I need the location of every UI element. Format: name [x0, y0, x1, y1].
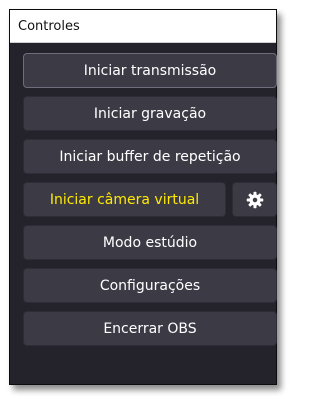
- dock-title: Controles: [10, 10, 276, 43]
- start-streaming-button[interactable]: Iniciar transmissão: [23, 53, 277, 88]
- exit-button[interactable]: Encerrar OBS: [23, 311, 277, 346]
- start-recording-button[interactable]: Iniciar gravação: [23, 96, 277, 131]
- virtual-camera-settings-button[interactable]: [232, 182, 277, 217]
- controls-dock: Controles Iniciar transmissão Iniciar gr…: [9, 9, 277, 385]
- settings-button[interactable]: Configurações: [23, 268, 277, 303]
- gear-icon: [246, 191, 264, 209]
- start-replay-buffer-button[interactable]: Iniciar buffer de repetição: [23, 139, 277, 174]
- studio-mode-button[interactable]: Modo estúdio: [23, 225, 277, 260]
- start-virtual-camera-button[interactable]: Iniciar câmera virtual: [23, 182, 226, 217]
